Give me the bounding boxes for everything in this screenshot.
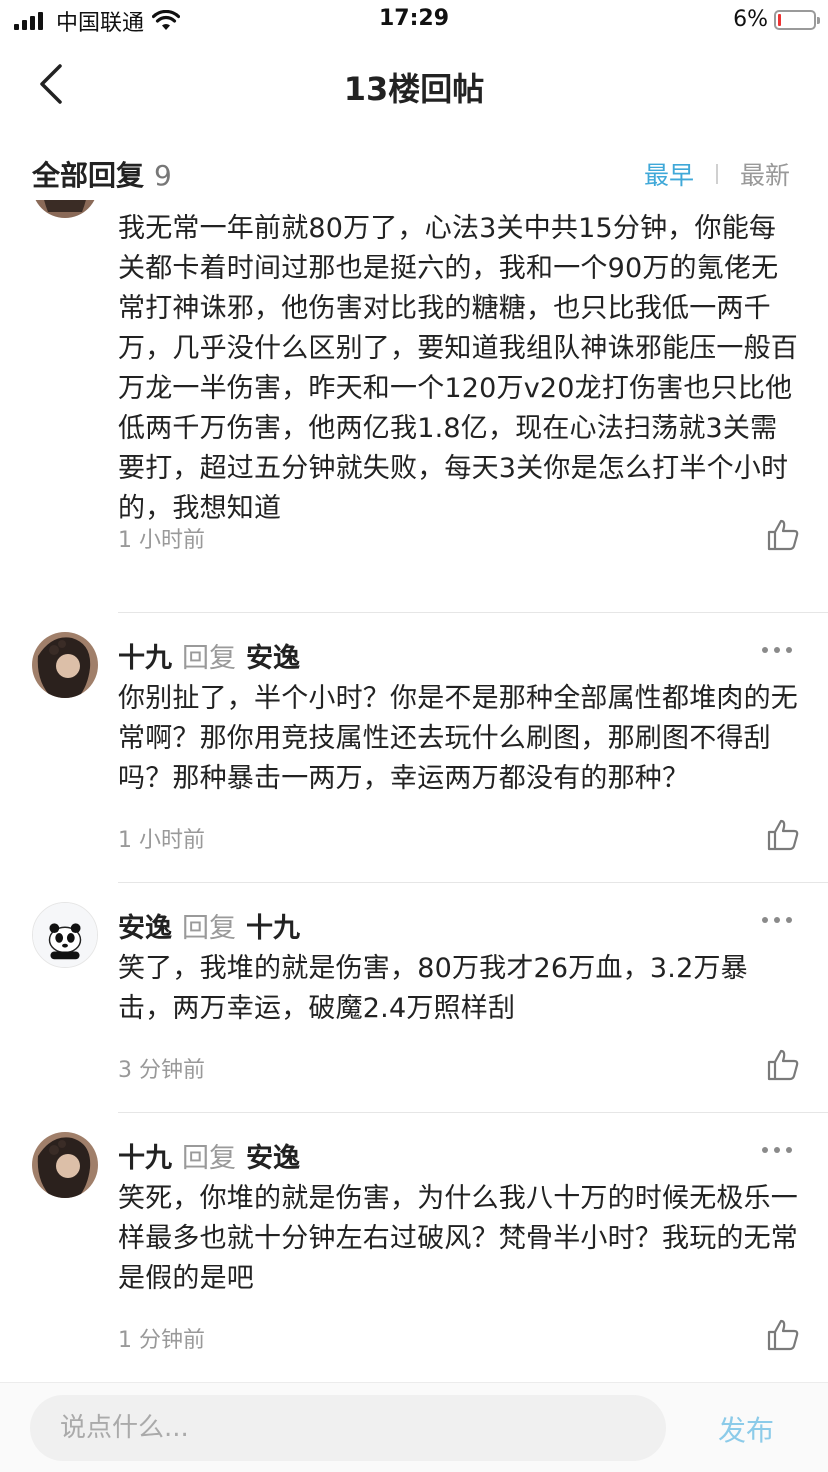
battery-icon bbox=[774, 9, 820, 30]
author-name[interactable]: 安逸 bbox=[118, 906, 172, 945]
divider bbox=[118, 612, 828, 613]
status-time: 17:29 bbox=[378, 6, 450, 31]
page-title: 13楼回帖 bbox=[343, 70, 485, 108]
comment-item: 安逸 回复 十九 笑了，我堆的就是伤害，80万我才26万血，3.2万暴击，两万幸… bbox=[0, 902, 828, 1132]
comment-item: 我无常一年前就80万了，心法3关中共15分钟，你能每关都卡着时间过那也是挺六的，… bbox=[0, 200, 828, 613]
reply-target-name[interactable]: 十九 bbox=[246, 906, 300, 945]
avatar[interactable] bbox=[32, 632, 98, 698]
comment-item: 十九 回复 安逸 你别扯了，半个小时？你是不是那种全部属性都堆肉的无常啊？那你用… bbox=[0, 632, 828, 902]
comment-header: 十九 回复 安逸 bbox=[118, 636, 300, 675]
like-icon[interactable] bbox=[766, 1318, 800, 1352]
divider bbox=[118, 1112, 828, 1113]
more-icon[interactable] bbox=[762, 640, 792, 660]
comment-body: 你别扯了，半个小时？你是不是那种全部属性都堆肉的无常啊？那你用竞技属性还去玩什么… bbox=[118, 683, 798, 794]
comment-body: 笑死，你堆的就是伤害，为什么我八十万的时候无极乐一样最多也就十分钟左右过破风？梵… bbox=[118, 1183, 798, 1294]
battery-percentage: 6% bbox=[733, 7, 768, 32]
status-bar: 中国联通 17:29 6% bbox=[0, 0, 828, 42]
reply-target-name[interactable]: 安逸 bbox=[246, 636, 300, 675]
sort-earliest-button[interactable]: 最早 bbox=[644, 156, 694, 192]
publish-button[interactable]: 发布 bbox=[718, 1409, 774, 1449]
comment-time: 1 小时前 bbox=[118, 828, 205, 853]
more-icon[interactable] bbox=[762, 1140, 792, 1160]
bottom-bar: 发布 bbox=[0, 1382, 828, 1472]
comment-input[interactable] bbox=[30, 1395, 666, 1461]
reply-word: 回复 bbox=[182, 643, 236, 674]
comment-time: 3 分钟前 bbox=[118, 1058, 205, 1083]
reply-header-title: 全部回复 9 bbox=[32, 154, 172, 194]
like-icon[interactable] bbox=[766, 1048, 800, 1082]
reply-word: 回复 bbox=[182, 1143, 236, 1174]
comment-header: 安逸 回复 十九 bbox=[118, 906, 300, 945]
author-name[interactable]: 十九 bbox=[118, 636, 172, 675]
comment-body: 笑了，我堆的就是伤害，80万我才26万血，3.2万暴击，两万幸运，破魔2.4万照… bbox=[118, 953, 748, 1024]
reply-header: 全部回复 9 最早 最新 bbox=[0, 140, 828, 204]
nav-bar: 13楼回帖 bbox=[0, 42, 828, 128]
all-replies-label: 全部回复 bbox=[32, 159, 145, 192]
avatar[interactable] bbox=[32, 1132, 98, 1198]
more-icon[interactable] bbox=[762, 910, 792, 930]
comment-item: 十九 回复 安逸 笑死，你堆的就是伤害，为什么我八十万的时候无极乐一样最多也就十… bbox=[0, 1132, 828, 1380]
divider bbox=[118, 882, 828, 883]
comment-time: 1 小时前 bbox=[118, 528, 205, 553]
comment-header: 十九 回复 安逸 bbox=[118, 1136, 300, 1175]
comment-body: 我无常一年前就80万了，心法3关中共15分钟，你能每关都卡着时间过那也是挺六的，… bbox=[118, 213, 798, 524]
reply-count: 9 bbox=[154, 159, 172, 192]
reply-word: 回复 bbox=[182, 913, 236, 944]
like-icon[interactable] bbox=[766, 518, 800, 552]
author-name[interactable]: 十九 bbox=[118, 1136, 172, 1175]
reply-target-name[interactable]: 安逸 bbox=[246, 1136, 300, 1175]
sort-latest-button[interactable]: 最新 bbox=[740, 156, 790, 192]
avatar[interactable] bbox=[32, 902, 98, 968]
like-icon[interactable] bbox=[766, 818, 800, 852]
status-right: 6% bbox=[733, 7, 820, 32]
sort-divider bbox=[715, 164, 718, 184]
sort-toggle: 最早 最新 bbox=[644, 156, 790, 192]
comment-list: 我无常一年前就80万了，心法3关中共15分钟，你能每关都卡着时间过那也是挺六的，… bbox=[0, 200, 828, 1380]
avatar[interactable] bbox=[32, 200, 98, 218]
comment-time: 1 分钟前 bbox=[118, 1328, 205, 1353]
